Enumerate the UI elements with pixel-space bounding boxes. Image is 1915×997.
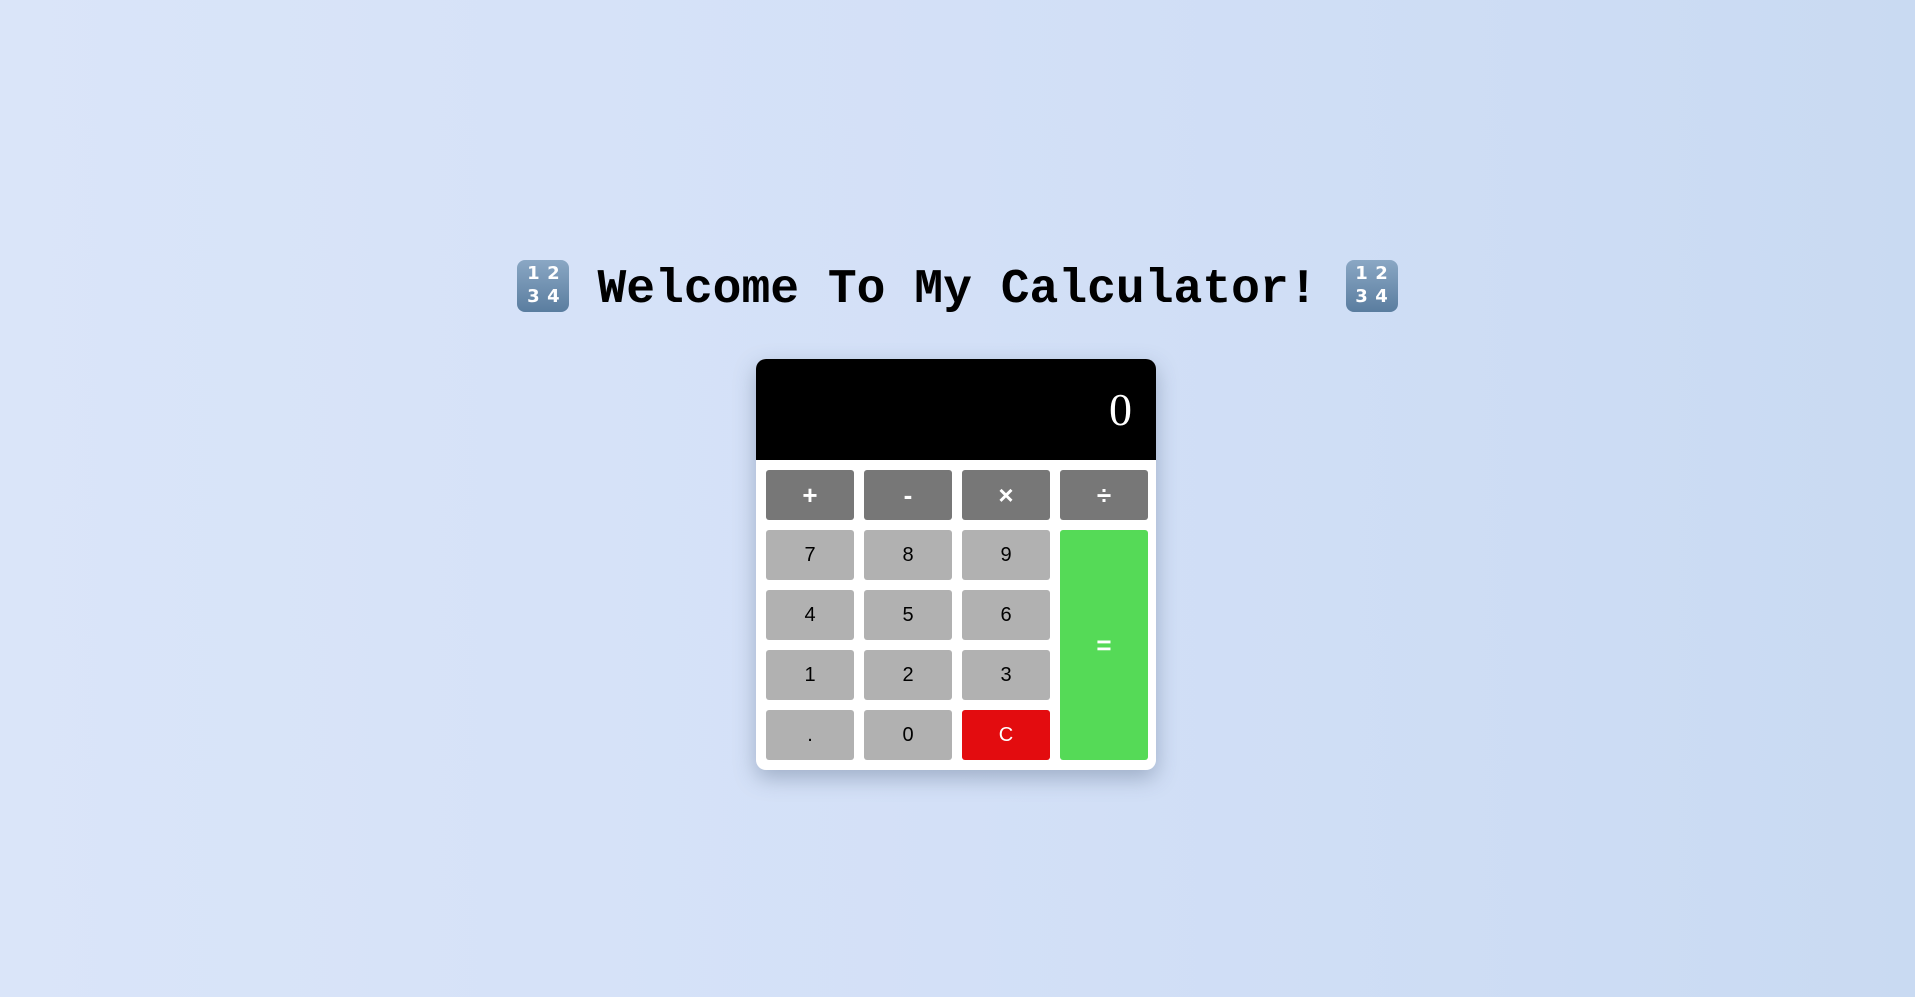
input-numbers-icon: 12 34 [517, 260, 570, 312]
digit-8-button[interactable]: 8 [864, 530, 952, 580]
display-value: 0 [1109, 384, 1132, 435]
page-heading: 12 34 Welcome To My Calculator! 12 34 [0, 258, 1915, 323]
digit-3-button[interactable]: 3 [962, 650, 1050, 700]
digit-7-button[interactable]: 7 [766, 530, 854, 580]
digit-9-button[interactable]: 9 [962, 530, 1050, 580]
digit-4-button[interactable]: 4 [766, 590, 854, 640]
add-button[interactable]: + [766, 470, 854, 520]
multiply-button[interactable]: × [962, 470, 1050, 520]
digit-5-button[interactable]: 5 [864, 590, 952, 640]
digit-2-button[interactable]: 2 [864, 650, 952, 700]
equals-button[interactable]: = [1060, 530, 1148, 760]
divide-button[interactable]: ÷ [1060, 470, 1148, 520]
calculator: 0 + - × ÷ 7 8 9 = 4 5 6 1 2 3 . 0 C [756, 359, 1156, 770]
clear-button[interactable]: C [962, 710, 1050, 760]
page-title: Welcome To My Calculator! [597, 263, 1318, 317]
calculator-display: 0 [756, 359, 1156, 460]
decimal-button[interactable]: . [766, 710, 854, 760]
digit-6-button[interactable]: 6 [962, 590, 1050, 640]
digit-0-button[interactable]: 0 [864, 710, 952, 760]
subtract-button[interactable]: - [864, 470, 952, 520]
keypad: + - × ÷ 7 8 9 = 4 5 6 1 2 3 . 0 C [766, 470, 1148, 760]
digit-1-button[interactable]: 1 [766, 650, 854, 700]
input-numbers-icon: 12 34 [1345, 260, 1398, 312]
